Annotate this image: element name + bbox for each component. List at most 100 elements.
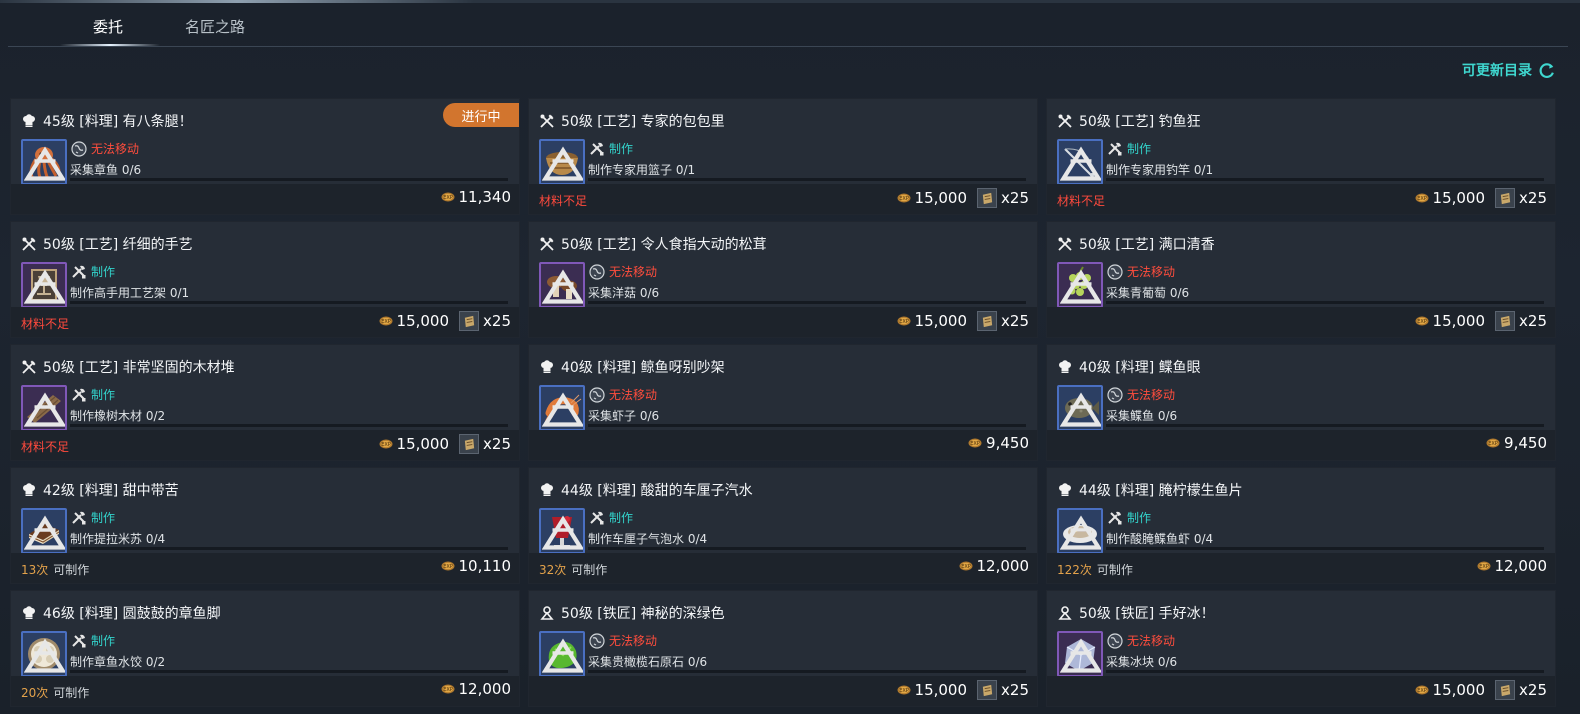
objective-text: 采集青葡萄 0/6 [1106,286,1190,300]
commission-title: 44级 [料理] 腌柠檬生鱼片 [1079,483,1243,499]
commission-card-10[interactable]: 42级 [料理] 甜中带苦 制作 制作提拉米苏 0/4 13次可制作 EXP [10,467,520,584]
item-slot[interactable] [21,508,67,554]
item-slot[interactable] [539,262,585,308]
commission-grid: 45级 [料理] 有八条腿！ 进行中 无法移动 采集章鱼 0/6 EXP 11,… [10,98,1558,707]
item-slot[interactable] [21,262,67,308]
craftable-label: 可制作 [53,686,90,700]
item-slot[interactable] [539,385,585,431]
globe-icon [589,263,605,280]
item-slot[interactable] [1057,508,1103,554]
item-slot[interactable] [21,631,67,677]
grade-mark-icon [24,515,65,550]
item-slot[interactable] [21,139,67,185]
item-slot[interactable] [1057,139,1103,185]
reward: EXP 15,000 x25 [1415,680,1547,700]
svg-text:EXP: EXP [899,196,909,202]
craftable-count: 20次 [21,686,49,700]
tools-icon [71,264,87,280]
commission-card-5[interactable]: 50级 [工艺] 令人食指大动的松茸 无法移动 采集洋菇 0/6 EXP 15,… [528,221,1038,338]
objective-progress-bar [70,670,508,673]
commission-token-slot [977,311,998,331]
refresh-catalog-button[interactable]: 可更新目录 [1462,60,1556,80]
card-footer: 32次 可制作 EXP 12,000 [529,553,1037,583]
commission-title-row: 44级 [料理] 腌柠檬生鱼片 [1057,480,1243,500]
commission-title: 50级 [工艺] 纤细的手艺 [43,237,193,253]
reward: EXP 10,110 [441,557,512,575]
commission-status: 制作 [71,263,115,280]
insufficient-materials-note: 材料不足 [21,317,70,331]
reward-value: 10,110 [458,557,512,575]
commission-title-row: 40级 [料理] 鲸鱼呀别吵架 [539,357,725,377]
reward-value: 11,340 [458,188,512,206]
objective-text: 制作高手用工艺架 0/1 [70,286,190,300]
commission-token-slot [977,680,998,700]
commission-card-15[interactable]: 50级 [铁匠] 手好冰！ 无法移动 采集冰块 0/6 EXP 15,000 x… [1046,590,1556,707]
commission-card-9[interactable]: 40级 [料理] 鲽鱼眼 无法移动 采集鲽鱼 0/6 EXP 9,450 [1046,344,1556,461]
commission-title-row: 40级 [料理] 鲽鱼眼 [1057,357,1201,377]
crossed-tools-icon [21,236,37,252]
item-slot[interactable] [539,139,585,185]
objective-text: 采集贵橄榄石原石 0/6 [588,655,708,669]
svg-text:EXP: EXP [1417,319,1427,325]
exp-coin-icon: EXP [897,316,911,326]
status-label: 制作 [609,511,634,525]
crossed-tools-icon [21,359,37,375]
commission-title-row: 50级 [铁匠] 神秘的深绿色 [539,603,725,623]
objective-text: 制作车厘子气泡水 0/4 [588,532,708,546]
svg-text:EXP: EXP [443,687,453,693]
commission-card-1[interactable]: 45级 [料理] 有八条腿！ 进行中 无法移动 采集章鱼 0/6 EXP 11,… [10,98,520,215]
tab-master-road[interactable]: 名匠之路 [185,16,245,37]
commission-card-7[interactable]: 50级 [工艺] 非常坚固的木材堆 制作 制作橡树木材 0/2 材料不足 EXP [10,344,520,461]
reward: EXP 15,000 x25 [379,311,511,331]
item-slot[interactable] [1057,262,1103,308]
reward: EXP 9,450 [1486,434,1547,452]
globe-icon [1107,263,1123,280]
commission-card-13[interactable]: 46级 [料理] 圆鼓鼓的章鱼脚 制作 制作章鱼水饺 0/2 20次 可制作 EX… [10,590,520,707]
tools-icon [71,510,87,526]
commission-card-4[interactable]: 50级 [工艺] 纤细的手艺 制作 制作高手用工艺架 0/1 材料不足 EXP [10,221,520,338]
objective-progress-bar [588,178,1026,181]
commission-title-row: 50级 [工艺] 令人食指大动的松茸 [539,234,767,254]
commission-card-3[interactable]: 50级 [工艺] 钓鱼狂 制作 制作专家用钓竿 0/1 材料不足 EXP 15,… [1046,98,1556,215]
tools-icon [71,387,87,403]
svg-text:EXP: EXP [1417,196,1427,202]
commission-card-8[interactable]: 40级 [料理] 鲸鱼呀别吵架 无法移动 采集虾子 0/6 EXP 9,450 [528,344,1038,461]
crossed-tools-icon [1057,113,1073,129]
token-multiplier: x25 [1519,312,1547,330]
commission-card-11[interactable]: 44级 [料理] 酸甜的车厘子汽水 制作 制作车厘子气泡水 0/4 32次 可制作… [528,467,1038,584]
commission-token-slot [1495,680,1516,700]
commission-card-14[interactable]: 50级 [铁匠] 神秘的深绿色 无法移动 采集贵橄榄石原石 0/6 EXP 15… [528,590,1038,707]
item-slot[interactable] [1057,631,1103,677]
status-label: 制作 [91,388,116,402]
reward-value: 15,000 [396,435,450,453]
commission-title-row: 45级 [料理] 有八条腿！ [21,111,193,131]
item-slot[interactable] [1057,385,1103,431]
commission-card-6[interactable]: 50级 [工艺] 满口清香 无法移动 采集青葡萄 0/6 EXP 15,000 … [1046,221,1556,338]
refresh-icon [1539,63,1554,78]
commission-title-row: 50级 [工艺] 非常坚固的木材堆 [21,357,235,377]
svg-text:EXP: EXP [899,688,909,694]
card-footer: EXP 15,000 x25 [1047,307,1555,337]
objective-text: 采集冰块 0/6 [1106,655,1178,669]
commission-title: 50级 [工艺] 满口清香 [1079,237,1215,253]
exp-coin-icon: EXP [959,561,972,571]
svg-text:EXP: EXP [381,442,391,448]
grade-mark-icon [542,269,583,304]
exp-coin-icon: EXP [897,685,911,695]
item-slot[interactable] [21,385,67,431]
commission-status: 制作 [589,140,633,157]
item-slot[interactable] [539,631,585,677]
card-footer: 材料不足 EXP 15,000 x25 [1047,184,1555,214]
commission-status: 无法移动 [589,263,657,280]
tab-commission[interactable]: 委托 [93,16,123,37]
commission-token-icon [464,315,474,327]
craftable-note: 13次 可制作 [21,561,89,578]
commission-title: 40级 [料理] 鲸鱼呀别吵架 [561,360,725,376]
grade-mark-icon [1060,638,1101,673]
tab-divider [8,46,1568,47]
reward-value: 15,000 [1432,681,1486,699]
commission-card-12[interactable]: 44级 [料理] 腌柠檬生鱼片 制作 制作酸腌鲽鱼虾 0/4 122次 可制作 E… [1046,467,1556,584]
objective-progress-bar [70,178,508,181]
item-slot[interactable] [539,508,585,554]
commission-card-2[interactable]: 50级 [工艺] 专家的包包里 制作 制作专家用篮子 0/1 材料不足 EXP [528,98,1038,215]
